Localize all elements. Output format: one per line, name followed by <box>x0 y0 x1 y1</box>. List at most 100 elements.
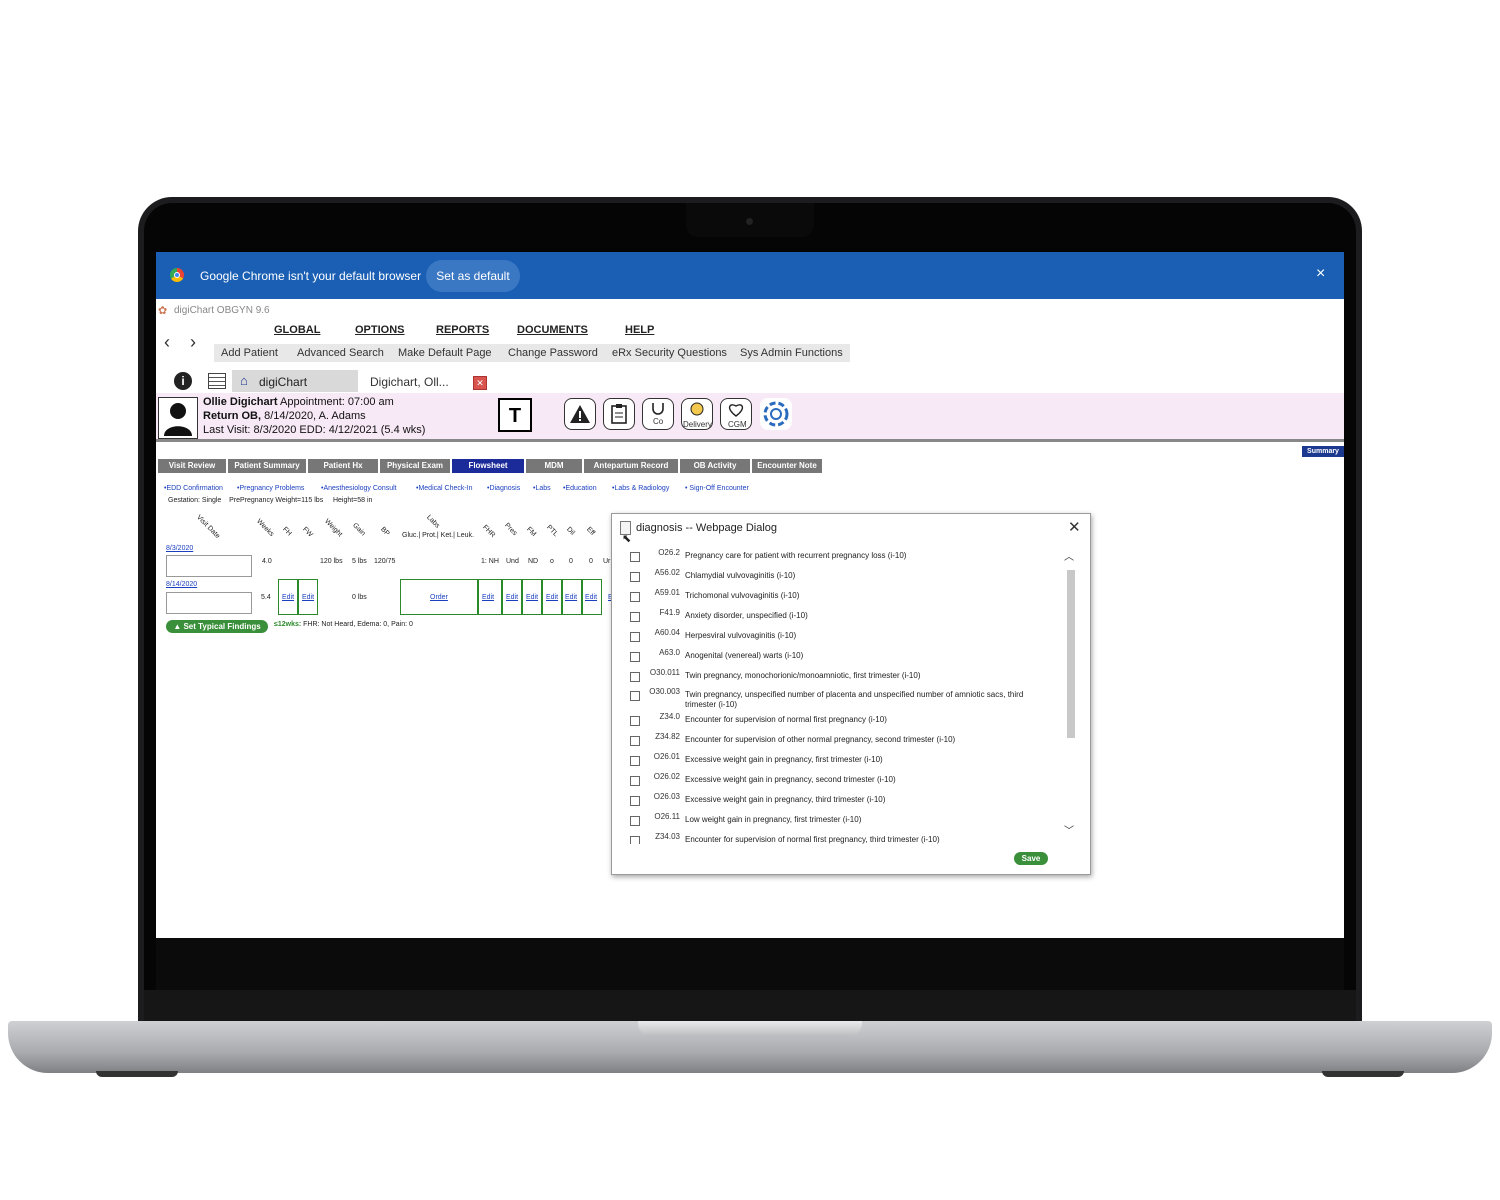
row2-date[interactable]: 8/14/2020 <box>166 581 197 588</box>
tab-flowsheet[interactable]: Flowsheet <box>452 459 524 473</box>
link-anesthesiology-consult[interactable]: •Anesthesiology Consult <box>321 485 397 492</box>
gestation-info: Gestation: Single PrePregnancy Weight=11… <box>168 497 372 504</box>
diagnosis-checkbox[interactable] <box>630 736 640 746</box>
link-pregnancy-problems[interactable]: •Pregnancy Problems <box>237 485 304 492</box>
col-fw: FW <box>301 526 314 539</box>
diagnosis-checkbox[interactable] <box>630 756 640 766</box>
col-fh: FH <box>281 526 293 538</box>
submenu-sys-admin[interactable]: Sys Admin Functions <box>740 347 843 359</box>
col-fm: FM <box>525 526 538 539</box>
close-tab-icon[interactable]: ✕ <box>473 376 487 390</box>
menu-documents[interactable]: DOCUMENTS <box>517 324 588 336</box>
submenu-advanced-search[interactable]: Advanced Search <box>297 347 384 359</box>
delivery-label: Delivery <box>683 420 712 429</box>
tab-patient-hx[interactable]: Patient Hx <box>308 459 378 473</box>
diagnosis-checkbox[interactable] <box>630 632 640 642</box>
tab-visit-review[interactable]: Visit Review <box>158 459 226 473</box>
menu-global[interactable]: GLOBAL <box>274 324 320 336</box>
col-labs: Labs <box>425 514 441 530</box>
row2-ptl-edit[interactable]: Edit <box>546 594 558 601</box>
row1-bp: 120/75 <box>374 558 396 565</box>
chrome-logo-icon <box>170 268 184 282</box>
clipboard-icon[interactable] <box>603 398 635 430</box>
diagnosis-checkbox[interactable] <box>630 592 640 602</box>
t-button[interactable]: T <box>498 398 532 432</box>
row2-labs-order[interactable]: Order <box>430 594 448 601</box>
scrollbar-thumb[interactable] <box>1067 570 1075 738</box>
row2-fhr-edit[interactable]: Edit <box>482 594 494 601</box>
dialog-close-icon[interactable]: ✕ <box>1068 518 1081 536</box>
stethoscope-icon[interactable]: Co <box>642 398 674 430</box>
row1-more: Ur <box>603 558 611 565</box>
diagnosis-checkbox[interactable] <box>630 716 640 726</box>
col-weeks: Weeks <box>255 518 276 538</box>
submenu-make-default[interactable]: Make Default Page <box>398 347 492 359</box>
menu-reports[interactable]: REPORTS <box>436 324 489 336</box>
tab-ob-activity[interactable]: OB Activity <box>680 459 750 473</box>
diagnosis-checkbox[interactable] <box>630 796 640 806</box>
row2-fw-edit[interactable]: Edit <box>302 594 314 601</box>
diagnosis-checkbox[interactable] <box>630 691 640 701</box>
diagnosis-checkbox[interactable] <box>630 612 640 622</box>
submenu-bar: Add Patient Advanced Search Make Default… <box>214 344 850 362</box>
set-default-button[interactable]: Set as default <box>426 260 520 292</box>
row2-fm-edit[interactable]: Edit <box>526 594 538 601</box>
alert-icon[interactable] <box>564 398 596 430</box>
diagnosis-checkbox[interactable] <box>630 816 640 826</box>
tab-antepartum[interactable]: Antepartum Record <box>584 459 678 473</box>
diagnosis-checkbox[interactable] <box>630 672 640 682</box>
diagnosis-code: O26.02 <box>653 772 680 781</box>
tab-encounter-note[interactable]: Encounter Note <box>752 459 822 473</box>
visit-type: Return OB, <box>203 410 262 422</box>
submenu-add-patient[interactable]: Add Patient <box>221 347 278 359</box>
scroll-up-icon[interactable]: ︿ <box>1064 548 1074 563</box>
set-typical-findings-button[interactable]: ▲ Set Typical Findings <box>166 620 268 633</box>
diagnosis-description: Excessive weight gain in pregnancy, firs… <box>685 755 883 764</box>
delivery-icon[interactable]: Delivery <box>681 398 713 430</box>
cgm-icon[interactable]: CGM <box>720 398 752 430</box>
diagnosis-checkbox[interactable] <box>630 776 640 786</box>
tab-physical-exam[interactable]: Physical Exam <box>380 459 450 473</box>
info-icon[interactable]: i <box>174 372 192 390</box>
row1-note-input[interactable] <box>166 555 252 577</box>
refresh-icon[interactable] <box>760 398 792 430</box>
scroll-down-icon[interactable]: ﹀ <box>1064 822 1074 837</box>
link-medical-check-in[interactable]: •Medical Check-In <box>416 485 473 492</box>
save-button[interactable]: Save <box>1014 852 1048 865</box>
link-edd-confirmation[interactable]: •EDD Confirmation <box>164 485 223 492</box>
diagnosis-description: Excessive weight gain in pregnancy, thir… <box>685 795 886 804</box>
diagnosis-checkbox[interactable] <box>630 572 640 582</box>
row2-eff-edit[interactable]: Edit <box>585 594 597 601</box>
close-icon[interactable]: × <box>1316 265 1325 283</box>
diagnosis-code: A60.04 <box>654 628 680 637</box>
submenu-erx-security[interactable]: eRx Security Questions <box>612 347 727 359</box>
forward-arrow-icon[interactable]: › <box>190 332 196 353</box>
back-arrow-icon[interactable]: ‹ <box>164 332 170 353</box>
summary-button[interactable]: Summary <box>1302 446 1344 457</box>
link-education[interactable]: •Education <box>563 485 597 492</box>
submenu-change-password[interactable]: Change Password <box>508 347 598 359</box>
row2-fh-edit[interactable]: Edit <box>282 594 294 601</box>
link-labs[interactable]: •Labs <box>533 485 551 492</box>
diagnosis-checkbox[interactable] <box>630 652 640 662</box>
diagnosis-checkbox[interactable] <box>630 552 640 562</box>
pre-weight: PrePregnancy Weight=115 lbs <box>229 497 324 504</box>
menu-options[interactable]: OPTIONS <box>355 324 405 336</box>
link-sign-off[interactable]: • Sign-Off Encounter <box>685 485 749 492</box>
row2-note-input[interactable] <box>166 592 252 614</box>
tab-mdm[interactable]: MDM <box>526 459 582 473</box>
diagnosis-code: O26.2 <box>658 548 680 557</box>
menu-help[interactable]: HELP <box>625 324 654 336</box>
diagnosis-code: O26.11 <box>654 812 680 821</box>
tab-home[interactable]: ⌂ digiChart <box>232 370 358 392</box>
laptop-foot-right <box>1322 1071 1404 1077</box>
row2-dil-edit[interactable]: Edit <box>565 594 577 601</box>
link-diagnosis[interactable]: •Diagnosis <box>487 485 520 492</box>
tab-patient-summary[interactable]: Patient Summary <box>228 459 306 473</box>
patient-line-1: Ollie Digichart Appointment: 07:00 am <box>203 396 394 408</box>
link-labs-radiology[interactable]: •Labs & Radiology <box>612 485 669 492</box>
row1-date[interactable]: 8/3/2020 <box>166 545 193 552</box>
calculator-icon[interactable] <box>208 373 226 389</box>
diagnosis-checkbox[interactable] <box>630 836 640 844</box>
row2-pres-edit[interactable]: Edit <box>506 594 518 601</box>
